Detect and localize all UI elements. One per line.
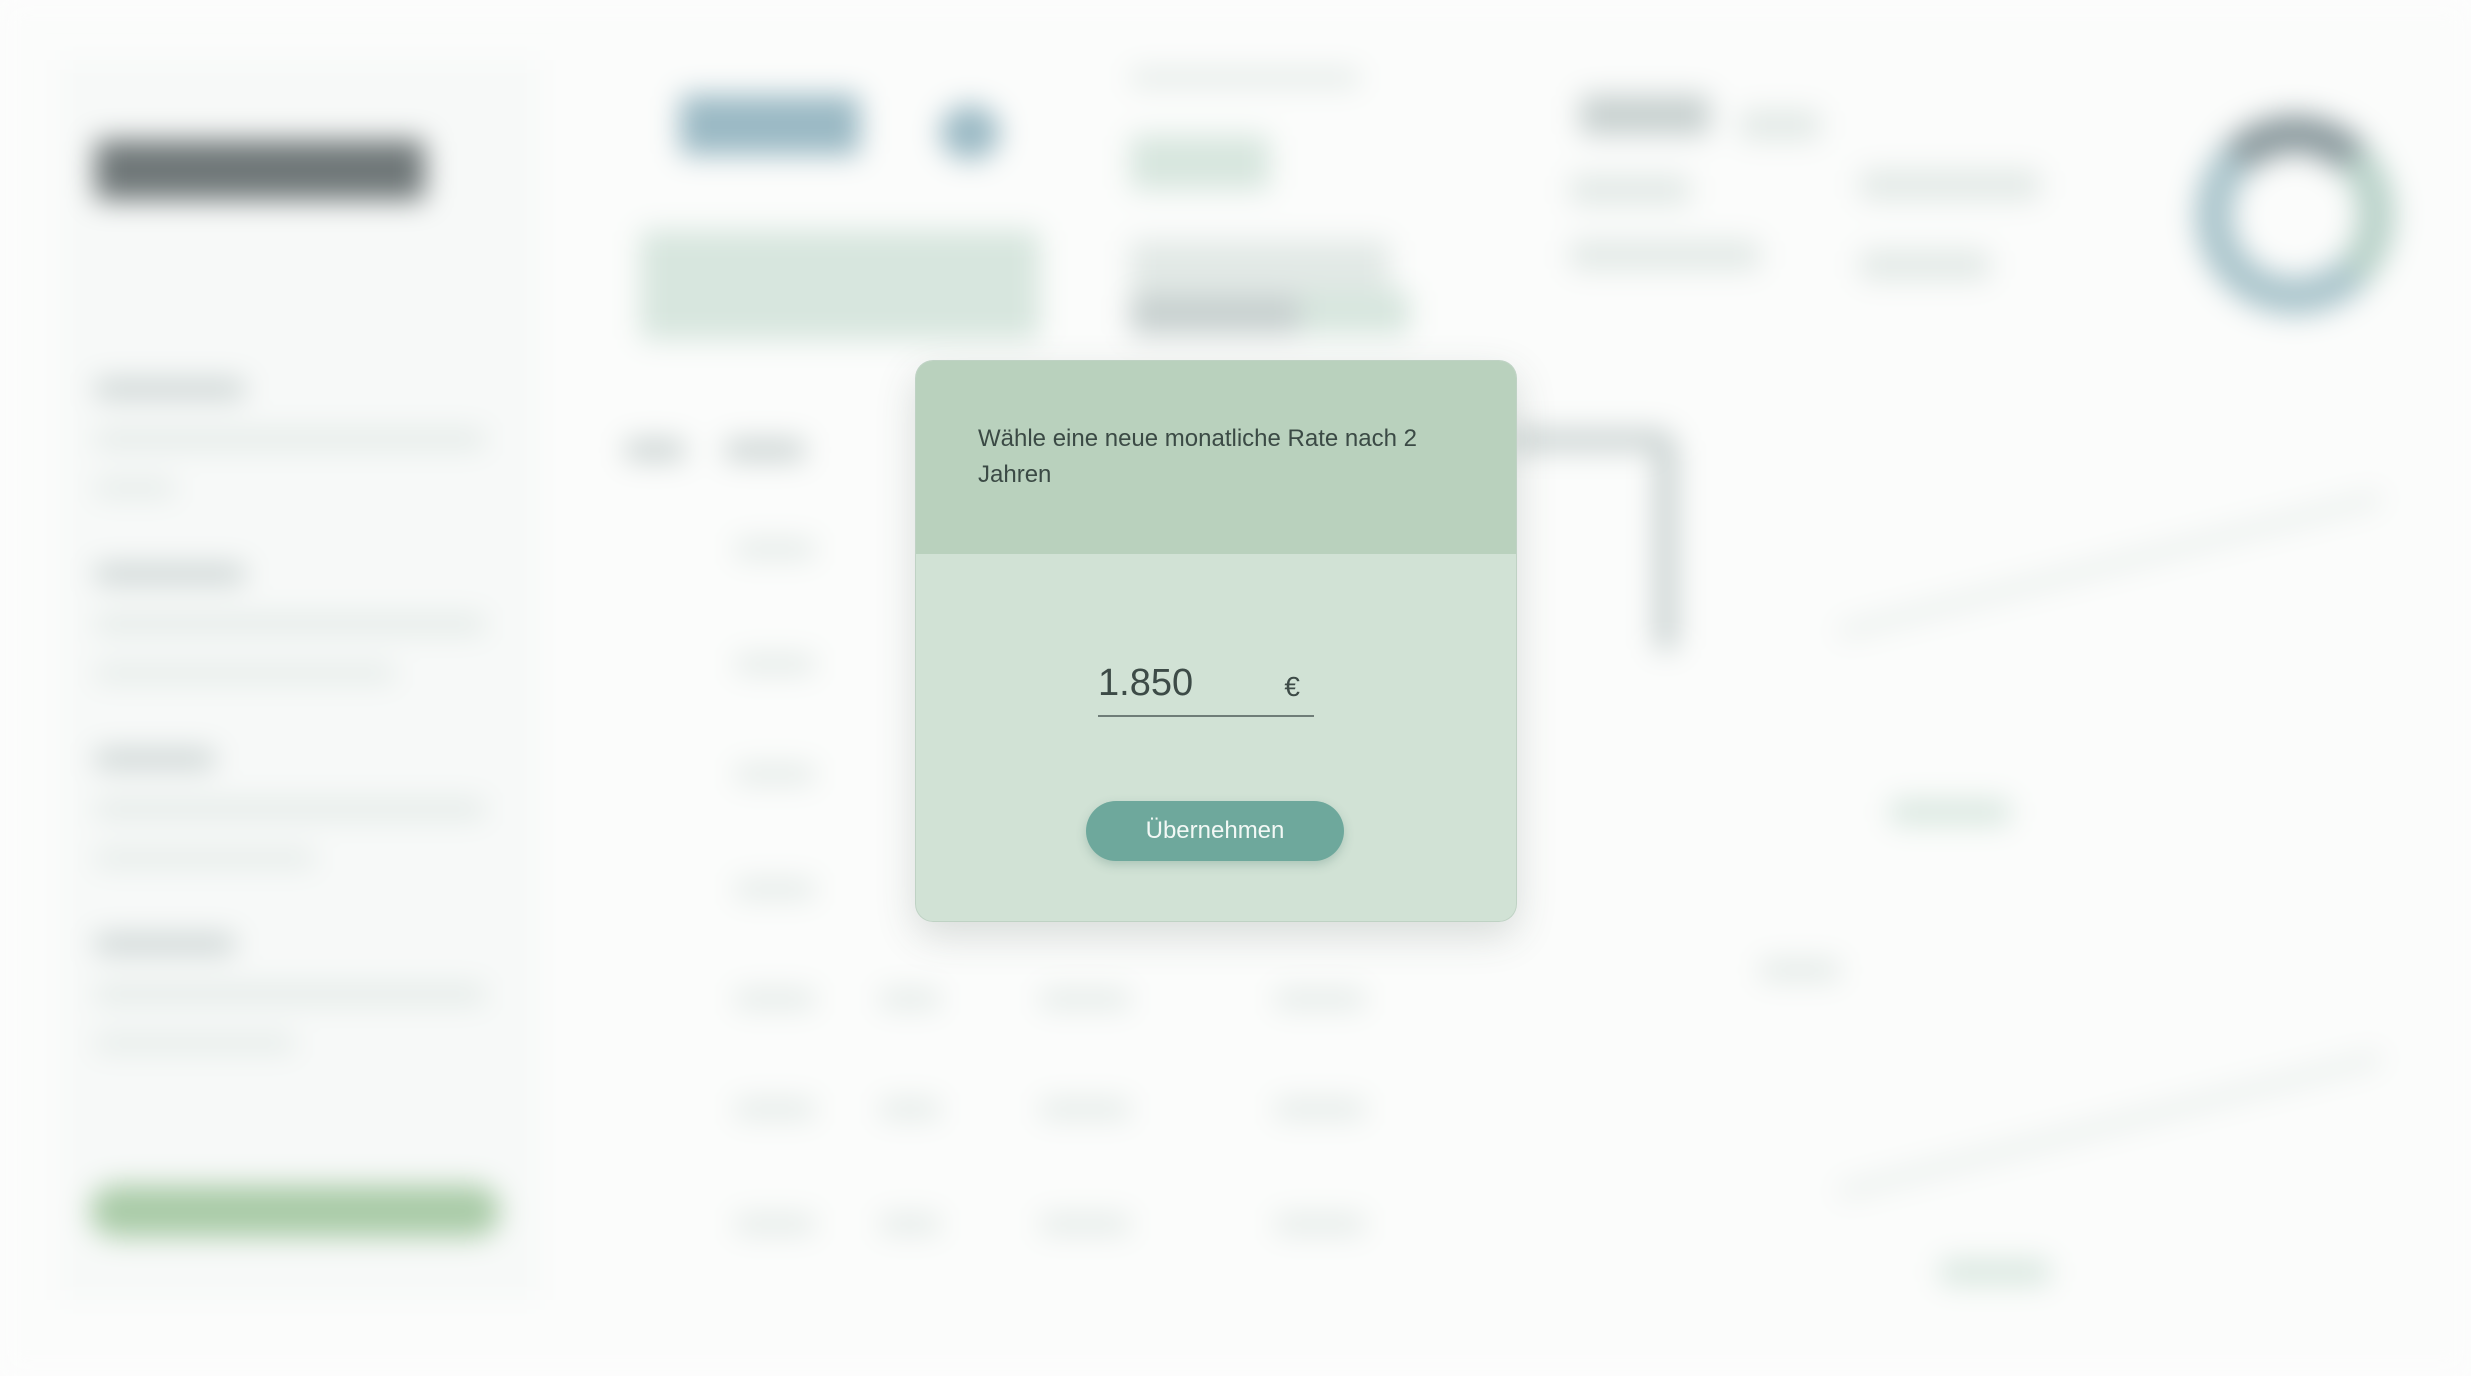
- dialog-title: Wähle eine neue monatliche Rate nach 2 J…: [978, 425, 1417, 488]
- dialog-header: Wähle eine neue monatliche Rate nach 2 J…: [916, 361, 1516, 554]
- table-row: [735, 1100, 815, 1118]
- chart-label: [1940, 1260, 2050, 1284]
- sidebar-item: [95, 430, 485, 448]
- table-row: [880, 1100, 940, 1118]
- logo: [95, 140, 425, 200]
- table-row: [1275, 1100, 1365, 1118]
- sidebar-item: [95, 615, 485, 633]
- chart-label: [1760, 960, 1840, 980]
- table-header: [725, 440, 805, 460]
- table-header: [625, 440, 685, 460]
- sidebar-item: [95, 985, 485, 1003]
- table-row: [880, 990, 940, 1008]
- table-row: [735, 765, 815, 783]
- sidebar-item: [95, 480, 175, 496]
- table-row: [1275, 990, 1365, 1008]
- chart-line: [1837, 1052, 2383, 1198]
- table-row: [735, 990, 815, 1008]
- header-label: [1740, 110, 1820, 140]
- table-row: [735, 655, 815, 673]
- table-row: [735, 540, 815, 558]
- table-row: [1040, 1100, 1130, 1118]
- table-row: [1040, 990, 1130, 1008]
- currency-symbol: €: [1284, 671, 1300, 702]
- sidebar-button: [90, 1185, 500, 1237]
- sidebar-item: [95, 800, 485, 818]
- rate-dialog: Wähle eine neue monatliche Rate nach 2 J…: [915, 360, 1517, 922]
- sidebar-item: [95, 850, 315, 866]
- monthly-rate-field[interactable]: €: [1098, 657, 1314, 717]
- table-row: [735, 880, 815, 898]
- table-header: [1510, 430, 1670, 450]
- table-row: [1040, 1215, 1130, 1233]
- header-label: [1570, 240, 1760, 270]
- header-label: [1860, 170, 2040, 200]
- chart-line: [1837, 492, 2383, 638]
- donut-chart-segment: [2195, 115, 2395, 315]
- header-label: [1570, 175, 1690, 205]
- sidebar-item: [95, 665, 395, 681]
- header-icon: [940, 105, 1000, 160]
- sidebar-item: [95, 935, 235, 953]
- sidebar-item: [95, 1035, 295, 1051]
- summary-card: [1300, 290, 1410, 335]
- table-scrollbar: [1655, 440, 1677, 650]
- summary-card: [1130, 295, 1300, 335]
- header-label: [1130, 70, 1360, 86]
- sidebar-item: [95, 565, 245, 583]
- header-label: [1580, 95, 1710, 135]
- header-label: [1860, 250, 1990, 280]
- header-label: [1130, 135, 1270, 190]
- sidebar-item: [95, 380, 245, 398]
- monthly-rate-input[interactable]: [1098, 657, 1258, 709]
- summary-card: [640, 230, 1040, 340]
- sidebar-item: [95, 750, 215, 768]
- table-row: [880, 1215, 940, 1233]
- chart-label: [1890, 800, 2010, 824]
- apply-button[interactable]: Übernehmen: [1086, 801, 1344, 861]
- table-row: [735, 1215, 815, 1233]
- table-row: [1275, 1215, 1365, 1233]
- header-value: [680, 95, 860, 155]
